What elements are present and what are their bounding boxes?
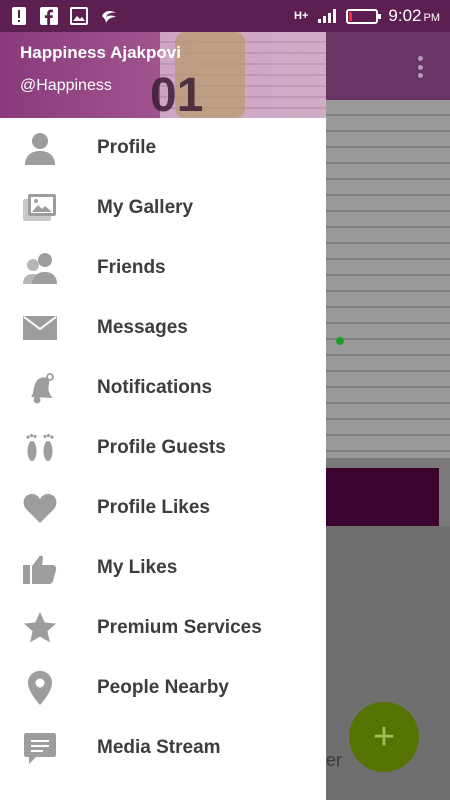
- menu-item-label: Profile: [97, 137, 157, 158]
- chat-bubble-icon: [20, 728, 60, 768]
- thumbs-up-icon: [20, 548, 60, 588]
- menu-item-label: My Likes: [97, 557, 178, 578]
- menu-item-profile-guests[interactable]: Profile Guests: [0, 418, 326, 478]
- menu-item-label: My Gallery: [97, 197, 194, 218]
- alert-icon: [10, 7, 28, 25]
- clock: 9:02 PM: [388, 6, 440, 25]
- menu-item-profile-likes[interactable]: Profile Likes: [0, 478, 326, 538]
- menu-item-label: Profile Guests: [97, 437, 226, 458]
- menu-item-media-stream[interactable]: Media Stream: [0, 718, 326, 778]
- navigation-drawer: 01 Happiness Ajakpovi @Happiness Profile…: [0, 32, 326, 800]
- footprints-icon: [20, 428, 60, 468]
- bell-icon: [20, 368, 60, 408]
- drawer-menu: Profile My Gallery Friends Messages Noti…: [0, 118, 326, 778]
- image-icon: [70, 7, 88, 25]
- overflow-menu-icon[interactable]: [418, 56, 424, 78]
- status-bar: H+ 9:02 PM: [0, 0, 450, 32]
- header-photo-number: 01: [150, 69, 204, 118]
- menu-item-people-nearby[interactable]: People Nearby: [0, 658, 326, 718]
- menu-item-messages[interactable]: Messages: [0, 298, 326, 358]
- menu-item-label: Friends: [97, 257, 166, 278]
- location-pin-icon: [20, 668, 60, 708]
- online-indicator: [336, 337, 344, 345]
- menu-item-my-gallery[interactable]: My Gallery: [0, 178, 326, 238]
- user-handle: @Happiness: [20, 77, 112, 94]
- background-text-fragment: er: [326, 750, 343, 770]
- battery-icon: [346, 8, 382, 24]
- menu-item-label: Profile Likes: [97, 497, 210, 518]
- menu-item-my-likes[interactable]: My Likes: [0, 538, 326, 598]
- friends-icon: [20, 248, 60, 288]
- user-name: Happiness Ajakpovi: [20, 43, 181, 62]
- action-bar[interactable]: [315, 468, 439, 526]
- menu-item-label: Premium Services: [97, 617, 262, 638]
- menu-item-notifications[interactable]: Notifications: [0, 358, 326, 418]
- person-icon: [20, 128, 60, 168]
- plus-icon: +: [372, 716, 396, 758]
- menu-item-label: Notifications: [97, 377, 213, 398]
- gallery-icon: [20, 188, 60, 228]
- network-type: H+: [294, 9, 309, 22]
- menu-item-profile[interactable]: Profile: [0, 118, 326, 178]
- facebook-icon: [40, 7, 58, 25]
- drawer-header[interactable]: 01 Happiness Ajakpovi @Happiness: [0, 32, 326, 118]
- menu-item-label: Messages: [97, 317, 188, 338]
- menu-item-premium-services[interactable]: Premium Services: [0, 598, 326, 658]
- envelope-icon: [20, 308, 60, 348]
- heart-icon: [20, 488, 60, 528]
- swiftkey-icon: [100, 7, 118, 25]
- menu-item-label: Media Stream: [97, 737, 221, 758]
- star-icon: [20, 608, 60, 648]
- menu-item-friends[interactable]: Friends: [0, 238, 326, 298]
- add-fab-button[interactable]: +: [349, 702, 419, 772]
- menu-item-label: People Nearby: [97, 677, 229, 698]
- signal-icon: [318, 9, 337, 23]
